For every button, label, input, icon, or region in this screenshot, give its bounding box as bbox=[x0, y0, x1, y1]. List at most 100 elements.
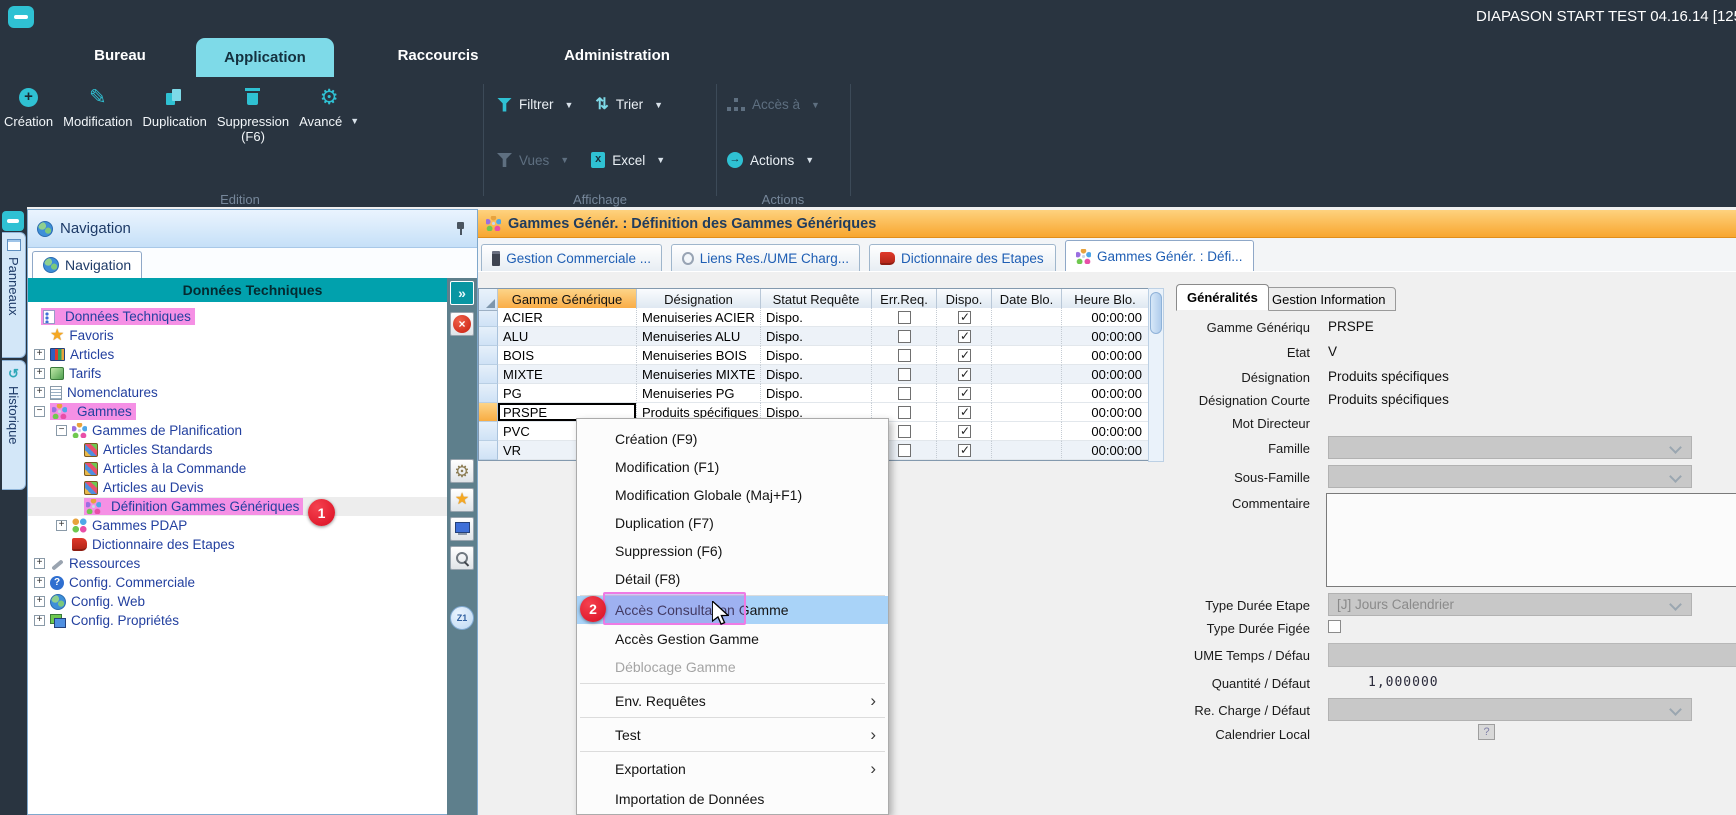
cell-dispo[interactable] bbox=[937, 422, 992, 441]
checkbox-checked[interactable] bbox=[958, 368, 971, 381]
expand-icon[interactable]: + bbox=[34, 615, 45, 626]
suppression-button[interactable]: Suppression (F6) bbox=[217, 84, 289, 144]
tree-item-articles-devis[interactable]: Articles au Devis bbox=[28, 478, 447, 497]
cell-heure-blo[interactable]: 00:00:00 bbox=[1062, 365, 1149, 384]
duplication-button[interactable]: Duplication bbox=[143, 84, 207, 129]
cell-dispo[interactable] bbox=[937, 384, 992, 403]
menu-item-modification-globale[interactable]: Modification Globale (Maj+F1) bbox=[577, 481, 888, 509]
zoom-z1-button[interactable]: Z1 bbox=[450, 606, 474, 630]
checkbox-checked[interactable] bbox=[958, 349, 971, 362]
cell-gamme[interactable]: BOIS bbox=[498, 346, 637, 365]
checkbox-unchecked[interactable] bbox=[898, 330, 911, 343]
menu-item-exportation[interactable]: Exportation › bbox=[577, 755, 888, 783]
cell-heure-blo[interactable]: 00:00:00 bbox=[1062, 327, 1149, 346]
cell-heure-blo[interactable]: 00:00:00 bbox=[1062, 308, 1149, 327]
tree-item-gammes[interactable]: − Gammes bbox=[28, 402, 447, 421]
tree-item-config-commerciale[interactable]: + Config. Commerciale bbox=[28, 573, 447, 592]
actions-button[interactable]: Actions ▼ bbox=[727, 152, 814, 168]
cell-statut[interactable]: Dispo. bbox=[761, 384, 872, 403]
select-all-header[interactable] bbox=[479, 289, 498, 311]
search-button[interactable] bbox=[450, 546, 474, 570]
tree-item-tarifs[interactable]: + Tarifs bbox=[28, 364, 447, 383]
cell-err-req[interactable] bbox=[872, 346, 937, 365]
checkbox-unchecked[interactable] bbox=[898, 349, 911, 362]
cell-err-req[interactable] bbox=[872, 384, 937, 403]
menu-item-importation-donnees[interactable]: Importation de Données bbox=[577, 785, 888, 813]
settings-tree-button[interactable]: ⚙ bbox=[450, 459, 474, 483]
cell-statut[interactable]: Dispo. bbox=[761, 308, 872, 327]
row-selector[interactable] bbox=[479, 441, 498, 460]
re-charge-select[interactable] bbox=[1328, 698, 1692, 721]
row-selector[interactable] bbox=[479, 327, 498, 346]
menu-item-env-requetes[interactable]: Env. Requêtes › bbox=[577, 687, 888, 715]
cell-gamme[interactable]: ALU bbox=[498, 327, 637, 346]
cell-designation[interactable]: Menuiseries BOIS bbox=[637, 346, 761, 365]
cell-dispo[interactable] bbox=[937, 441, 992, 460]
cell-heure-blo[interactable]: 00:00:00 bbox=[1062, 346, 1149, 365]
acces-a-button[interactable]: Accès à ▼ bbox=[727, 97, 820, 112]
cell-heure-blo[interactable]: 00:00:00 bbox=[1062, 384, 1149, 403]
tree-item-articles-commande[interactable]: Articles à la Commande bbox=[28, 459, 447, 478]
ribbon-tab-administration[interactable]: Administration bbox=[543, 34, 691, 77]
checkbox-checked[interactable] bbox=[958, 406, 971, 419]
tree-item-nomenclatures[interactable]: + Nomenclatures bbox=[28, 383, 447, 402]
tab-gammes-generiques[interactable]: Gammes Génér. : Défi... bbox=[1065, 240, 1254, 271]
cell-designation[interactable]: Menuiseries ALU bbox=[637, 327, 761, 346]
checkbox-unchecked[interactable] bbox=[898, 406, 911, 419]
tab-navigation[interactable]: Navigation bbox=[32, 251, 142, 278]
cell-date-blo[interactable] bbox=[992, 308, 1062, 327]
cell-date-blo[interactable] bbox=[992, 441, 1062, 460]
row-selector[interactable] bbox=[479, 346, 498, 365]
type-duree-etape-select[interactable]: [J] Jours Calendrier bbox=[1328, 593, 1692, 616]
checkbox-checked[interactable] bbox=[958, 330, 971, 343]
favorites-button[interactable]: ★ bbox=[450, 488, 474, 512]
side-tab-panneaux[interactable]: Panneaux bbox=[2, 232, 26, 358]
excel-button[interactable]: Excel ▼ bbox=[591, 152, 665, 168]
cell-dispo[interactable] bbox=[937, 327, 992, 346]
cell-date-blo[interactable] bbox=[992, 384, 1062, 403]
tab-gestion-information[interactable]: Gestion Information bbox=[1261, 287, 1396, 311]
tree-item-articles-standards[interactable]: Articles Standards bbox=[28, 440, 447, 459]
close-button[interactable]: × bbox=[450, 312, 474, 336]
trier-button[interactable]: ⇅ Trier ▼ bbox=[595, 97, 663, 112]
checkbox-unchecked[interactable] bbox=[898, 311, 911, 324]
row-selector[interactable] bbox=[479, 422, 498, 441]
menu-item-acces-gestion-gamme[interactable]: Accès Gestion Gamme bbox=[577, 625, 888, 653]
cell-heure-blo[interactable]: 00:00:00 bbox=[1062, 441, 1149, 460]
avance-button[interactable]: ⚙ Avancé ▼ bbox=[299, 84, 359, 129]
sous-famille-select[interactable] bbox=[1328, 465, 1692, 488]
tab-dictionnaire-etapes[interactable]: Dictionnaire des Etapes bbox=[869, 244, 1056, 271]
cell-designation[interactable]: Menuiseries ACIER bbox=[637, 308, 761, 327]
app-logo-icon[interactable] bbox=[8, 6, 34, 28]
pin-icon[interactable] bbox=[455, 221, 467, 236]
expand-icon[interactable]: + bbox=[34, 558, 45, 569]
ume-temps-input[interactable] bbox=[1328, 643, 1736, 667]
checkbox-checked[interactable] bbox=[958, 425, 971, 438]
cell-date-blo[interactable] bbox=[992, 403, 1062, 422]
row-selector[interactable] bbox=[479, 384, 498, 403]
workstation-button[interactable] bbox=[450, 517, 474, 541]
expand-icon[interactable]: + bbox=[34, 368, 45, 379]
cell-dispo[interactable] bbox=[937, 403, 992, 422]
cell-err-req[interactable] bbox=[872, 365, 937, 384]
cell-err-req[interactable] bbox=[872, 327, 937, 346]
cell-statut[interactable]: Dispo. bbox=[761, 365, 872, 384]
modification-button[interactable]: ✎ Modification bbox=[63, 84, 132, 129]
menu-item-duplication[interactable]: Duplication (F7) bbox=[577, 509, 888, 537]
menu-item-suppression[interactable]: Suppression (F6) bbox=[577, 537, 888, 565]
side-tab-historique[interactable]: ↺ Historique bbox=[2, 360, 26, 490]
cell-gamme[interactable]: PG bbox=[498, 384, 637, 403]
type-duree-figee-checkbox[interactable] bbox=[1328, 620, 1341, 633]
cell-designation[interactable]: Menuiseries MIXTE bbox=[637, 365, 761, 384]
calendrier-local-help-button[interactable]: ? bbox=[1478, 724, 1495, 740]
cell-designation[interactable]: Menuiseries PG bbox=[637, 384, 761, 403]
collapse-icon[interactable]: − bbox=[56, 425, 67, 436]
tree-item-config-web[interactable]: + Config. Web bbox=[28, 592, 447, 611]
tree-item-dictionnaire-etapes[interactable]: Dictionnaire des Etapes bbox=[28, 535, 447, 554]
row-selector[interactable] bbox=[479, 365, 498, 384]
expand-icon[interactable]: + bbox=[34, 596, 45, 607]
tree-item-ressources[interactable]: + Ressources bbox=[28, 554, 447, 573]
expand-chevrons-button[interactable]: » bbox=[450, 281, 474, 305]
collapse-panel-button[interactable] bbox=[2, 211, 24, 231]
tab-liens-res-ume[interactable]: Liens Res./UME Charg... bbox=[671, 244, 860, 271]
